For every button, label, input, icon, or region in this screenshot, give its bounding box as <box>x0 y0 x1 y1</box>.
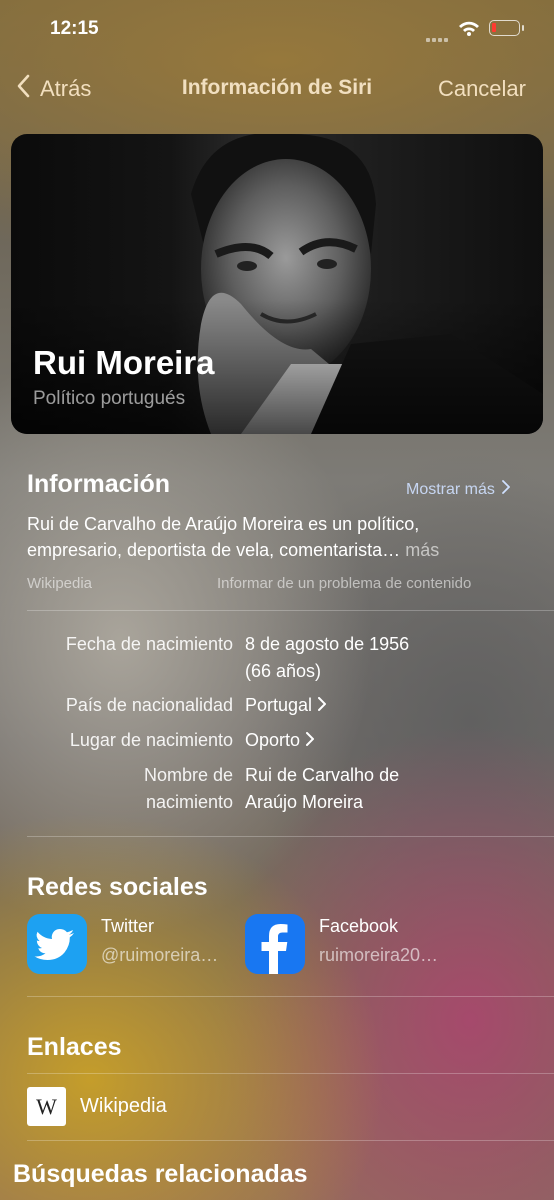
divider <box>27 836 554 837</box>
fact-value-birthplace: Oporto <box>245 730 301 750</box>
chevron-right-icon <box>318 692 327 719</box>
twitter-name: Twitter <box>101 916 155 936</box>
info-section-title: Información <box>27 470 171 498</box>
twitter-handle: @ruimoreira… <box>101 945 219 965</box>
fact-value-nationality: Portugal <box>245 695 313 715</box>
show-more-label: Mostrar más <box>406 480 495 498</box>
person-name: Rui Moreira <box>33 344 215 381</box>
cellular-signal-icon <box>426 29 450 47</box>
twitter-icon <box>27 914 87 974</box>
wikipedia-link[interactable]: W Wikipedia <box>27 1087 554 1127</box>
fact-value-birthname-2: Araújo Moreira <box>245 792 364 812</box>
battery-icon <box>489 20 524 36</box>
fact-value-birthdate: 8 de agosto de 1956 <box>245 634 410 654</box>
status-time: 12:15 <box>50 18 99 39</box>
info-text-truncated: empresario, deportista de vela, comentar… <box>27 540 401 560</box>
person-description: Político portugués <box>33 388 186 409</box>
nationality-link[interactable]: Portugal <box>245 692 327 719</box>
divider <box>27 996 554 997</box>
twitter-profile[interactable]: Twitter @ruimoreira… <box>27 914 232 976</box>
fact-label-birthname-1: Nombre de <box>143 765 233 785</box>
facebook-profile[interactable]: Facebook ruimoreira20… <box>245 914 475 976</box>
info-source[interactable]: Wikipedia <box>27 575 92 592</box>
divider <box>27 1140 554 1141</box>
fact-value-birthname-1: Rui de Carvalho de <box>245 765 400 785</box>
wifi-icon <box>458 20 480 41</box>
report-problem-link[interactable]: Informar de un problema de contenido <box>217 575 471 592</box>
links-section-title: Enlaces <box>27 1033 122 1061</box>
social-section-title: Redes sociales <box>27 873 208 901</box>
info-text-line-1: Rui de Carvalho de Araújo Moreira es un … <box>27 514 420 534</box>
facebook-name: Facebook <box>319 916 399 936</box>
birthplace-link[interactable]: Oporto <box>245 727 315 754</box>
fact-label-birthdate: Fecha de nacimiento <box>65 634 233 654</box>
wikipedia-label: Wikipedia <box>80 1095 167 1117</box>
hero-card[interactable]: Rui Moreira Político portugués <box>11 134 543 434</box>
fact-label-birthplace: Lugar de nacimiento <box>69 730 233 750</box>
show-more-link[interactable]: Mostrar más <box>406 480 511 499</box>
wikipedia-icon: W <box>27 1087 66 1126</box>
read-more-link[interactable]: más <box>405 540 439 560</box>
info-text-line-2: empresario, deportista de vela, comentar… <box>27 537 439 563</box>
chevron-right-icon <box>306 727 315 754</box>
related-searches-title: Búsquedas relacionadas <box>13 1160 308 1188</box>
facebook-icon <box>245 914 305 974</box>
fact-label-birthname-2: nacimiento <box>145 792 233 812</box>
fact-label-nationality: País de nacionalidad <box>65 695 233 715</box>
chevron-right-icon <box>502 480 511 499</box>
cancel-button[interactable]: Cancelar <box>438 76 526 102</box>
fact-value-age: (66 años) <box>245 661 322 681</box>
divider <box>27 610 554 611</box>
divider <box>27 1073 554 1074</box>
facebook-handle: ruimoreira20… <box>319 945 439 965</box>
